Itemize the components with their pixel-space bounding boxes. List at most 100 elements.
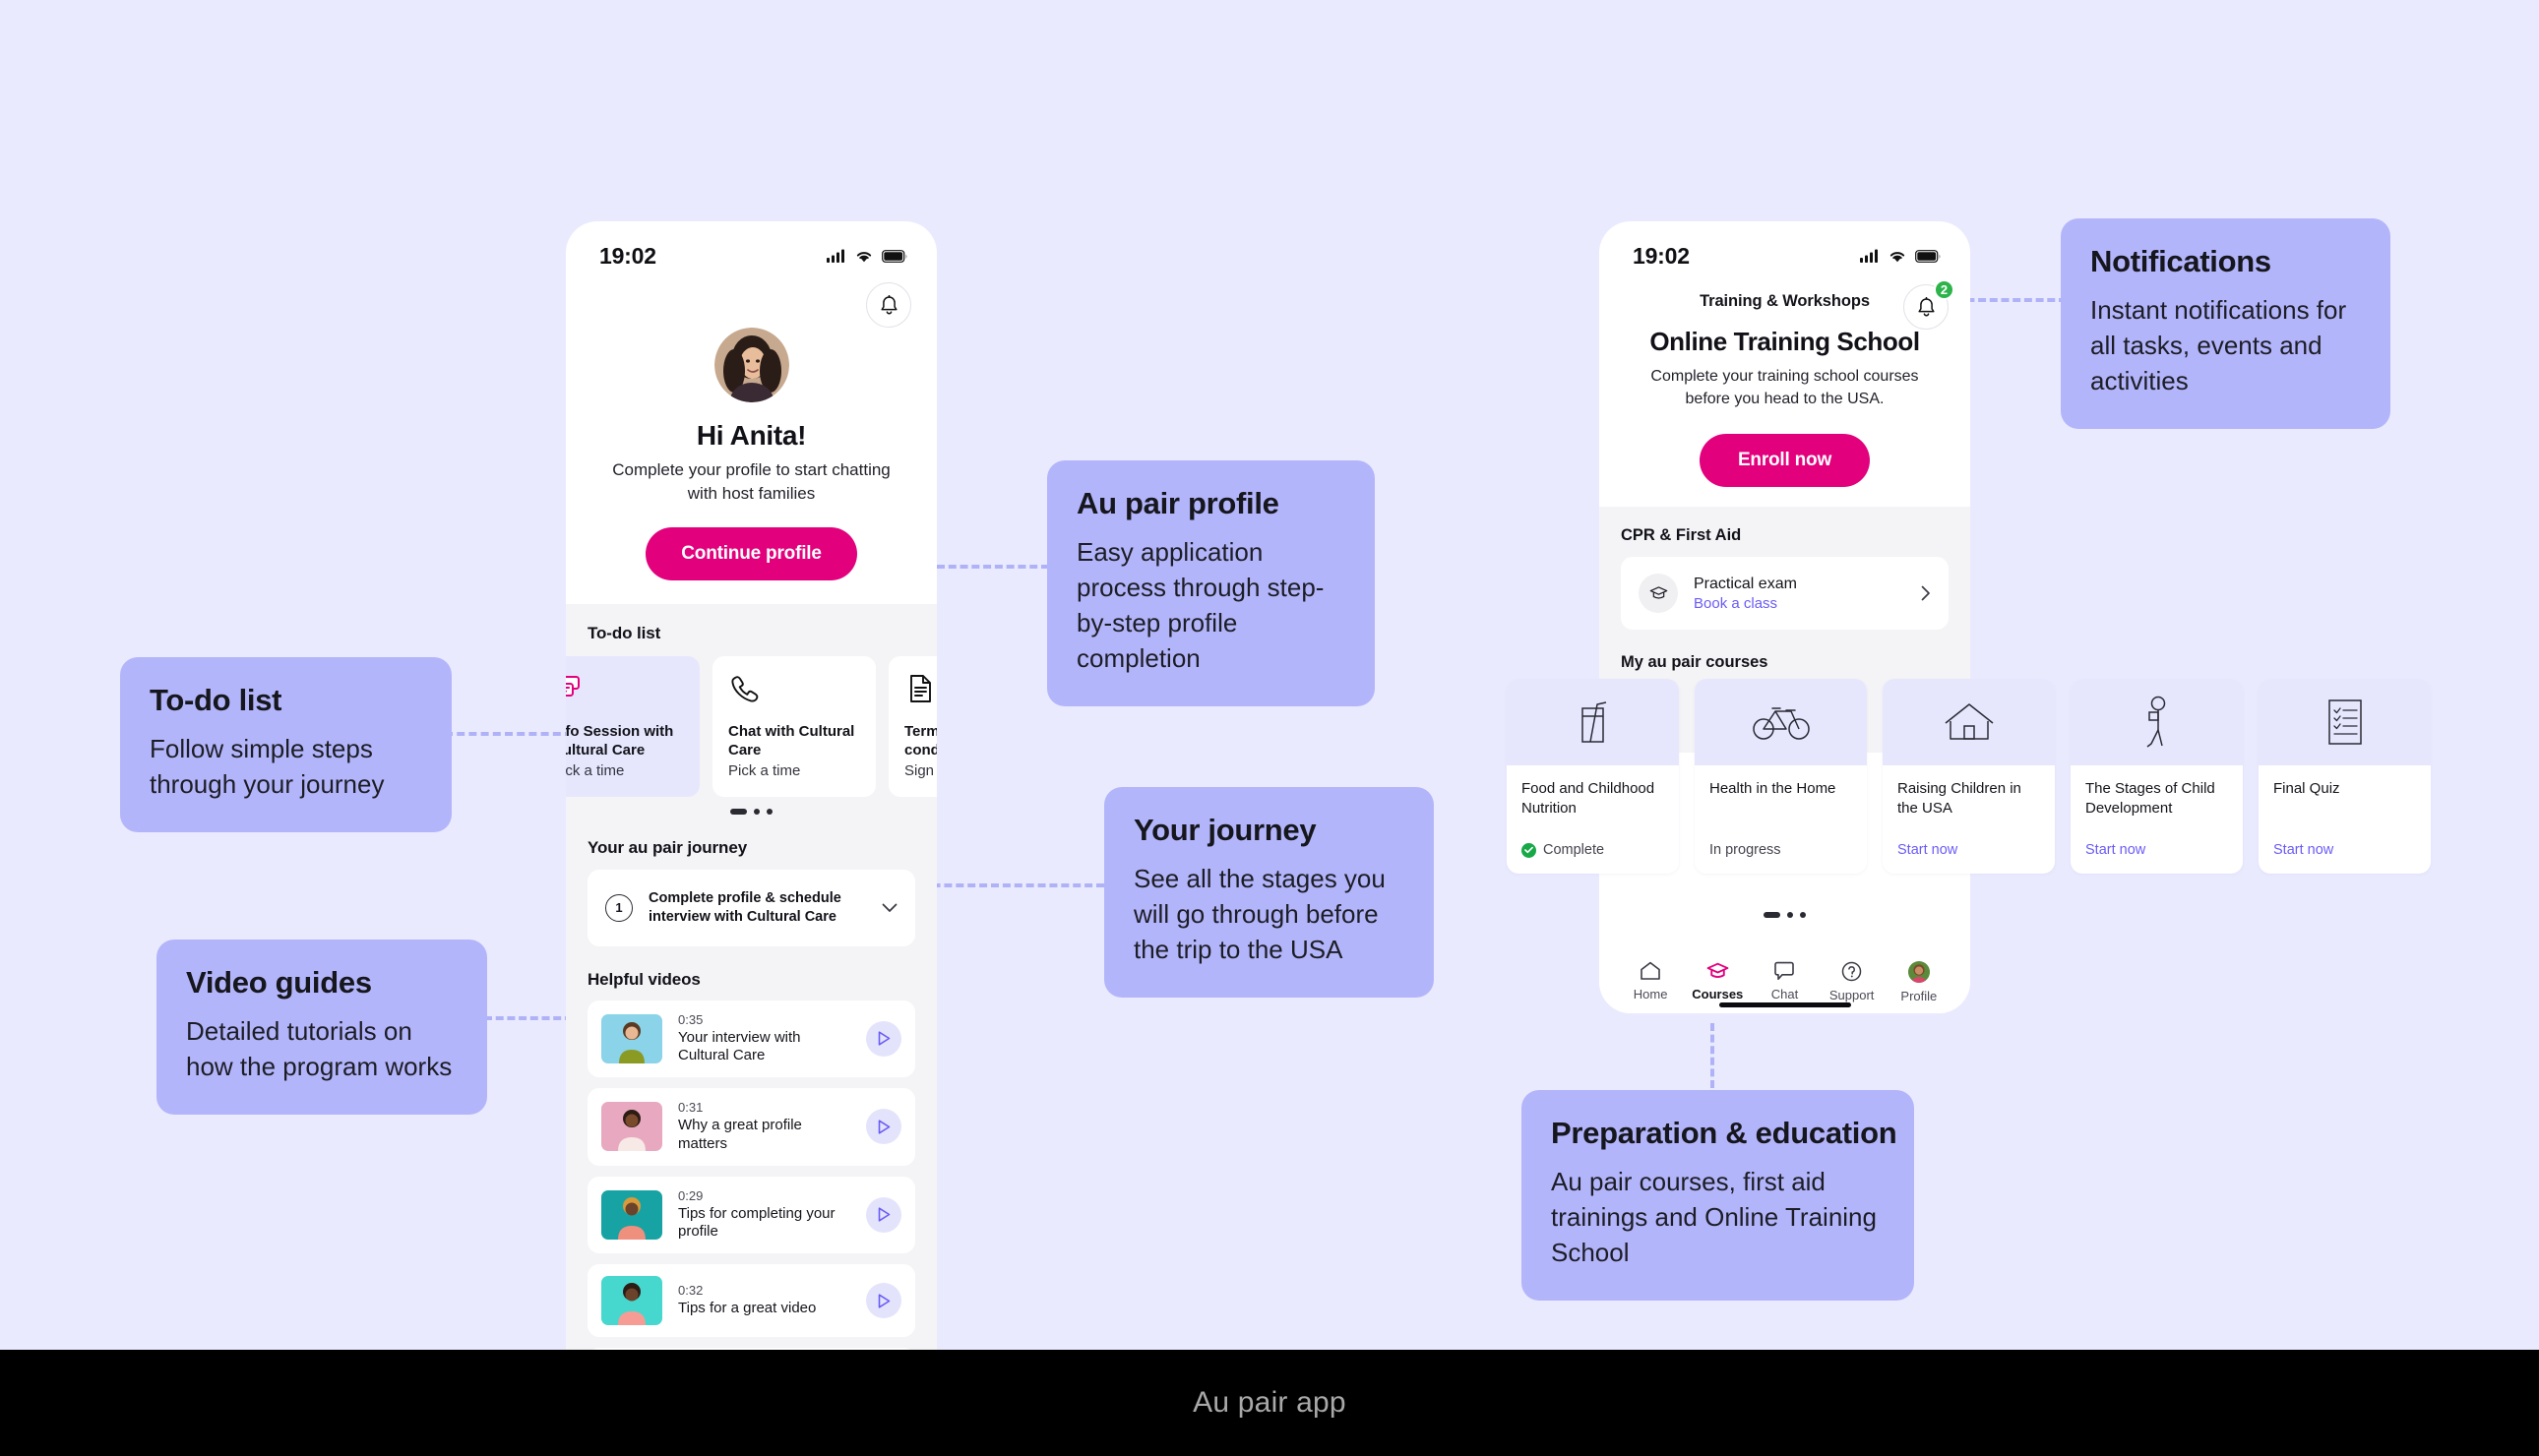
wifi-icon: [856, 251, 872, 262]
screen-subtitle: Complete your training school courses be…: [1650, 368, 1919, 408]
carousel-dot-active[interactable]: [730, 808, 747, 815]
play-icon: [878, 1207, 890, 1223]
callout-au-pair-profile: Au pair profile Easy application process…: [1047, 460, 1375, 706]
course-status[interactable]: Start now: [2273, 824, 2416, 858]
video-play-button[interactable]: [866, 1196, 901, 1233]
video-card[interactable]: 0:31 Why a great profile matters: [588, 1088, 915, 1166]
graduation-cap-icon: [1639, 574, 1678, 614]
video-duration: 0:32: [678, 1283, 704, 1299]
cpr-section-title: CPR & First Aid: [1621, 526, 1742, 545]
tab-courses[interactable]: Courses: [1687, 961, 1748, 1001]
bottom-tab-bar[interactable]: Home Courses Chat Support Profile: [1599, 947, 1970, 1013]
video-meta: 0:31 Why a great profile matters: [678, 1100, 850, 1154]
callout-body: Au pair courses, first aid trainings and…: [1551, 1167, 1877, 1267]
todo-card-action: Pick a time: [566, 761, 625, 779]
course-card-food-nutrition[interactable]: Food and Childhood Nutrition Complete: [1507, 679, 1679, 874]
callout-title: Your journey: [1134, 813, 1317, 847]
notification-bell-button[interactable]: [866, 282, 911, 328]
course-card-health-home[interactable]: Health in the Home In progress: [1695, 679, 1867, 874]
video-card[interactable]: 0:32 Tips for a great video: [588, 1264, 915, 1338]
cpr-item-name: Practical exam: [1694, 575, 1797, 592]
course-name: Health in the Home: [1709, 780, 1836, 797]
notification-badge: 2: [1934, 279, 1954, 300]
course-card-child-development[interactable]: The Stages of Child Development Start no…: [2071, 679, 2243, 874]
courses-carousel-dots[interactable]: [1599, 912, 1970, 918]
journey-section-title: Your au pair journey: [588, 837, 748, 857]
todo-card-terms[interactable]: Terms & conditions Sign now: [889, 655, 937, 797]
course-card-raising-children[interactable]: Raising Children in the USA Start now: [1883, 679, 2055, 874]
courses-carousel[interactable]: Food and Childhood Nutrition Complete He…: [1507, 679, 2431, 874]
callout-body: Detailed tutorials on how the program wo…: [186, 1016, 453, 1081]
video-thumbnail: [601, 1189, 662, 1240]
carousel-dots[interactable]: [588, 808, 915, 815]
carousel-dot[interactable]: [767, 808, 773, 815]
course-image: [2259, 679, 2431, 765]
todo-card-title: Terms & conditions: [904, 722, 937, 758]
callout-body: Follow simple steps through your journey: [150, 734, 385, 799]
carousel-dot[interactable]: [1800, 912, 1806, 918]
enroll-now-button[interactable]: Enroll now: [1700, 434, 1870, 488]
connector-prep: [1710, 1023, 1714, 1088]
tab-profile[interactable]: Profile: [1889, 961, 1950, 1003]
video-card[interactable]: 0:35 Your interview with Cultural Care: [588, 1000, 915, 1078]
course-status: Complete: [1521, 824, 1664, 858]
carousel-dot[interactable]: [754, 808, 760, 815]
video-thumb-art: [618, 1283, 646, 1326]
video-play-button[interactable]: [866, 1109, 901, 1145]
video-meta: 0:35 Your interview with Cultural Care: [678, 1012, 850, 1066]
document-icon: [910, 674, 931, 702]
video-title: Tips for a great video: [678, 1300, 817, 1317]
notification-bell-button[interactable]: 2: [1903, 279, 1954, 330]
play-icon: [878, 1031, 890, 1047]
course-card-final-quiz[interactable]: Final Quiz Start now: [2259, 679, 2431, 874]
course-status-text: Start now: [1897, 842, 1958, 858]
bicycle-icon: [1752, 707, 1810, 740]
chevron-down-icon[interactable]: [882, 903, 898, 913]
tab-chat[interactable]: Chat: [1754, 961, 1815, 1001]
course-status-text: Start now: [2273, 842, 2334, 858]
video-thumbnail: [601, 1276, 662, 1326]
todo-card-title: Info Session with Cultural Care: [566, 722, 674, 758]
status-icons: [827, 249, 907, 263]
todo-carousel[interactable]: Info Session with Cultural Care Pick a t…: [566, 655, 937, 797]
journey-step-card[interactable]: 1 Complete profile & schedule interview …: [588, 869, 915, 946]
course-name: The Stages of Child Development: [2085, 780, 2215, 817]
course-status[interactable]: Start now: [1897, 824, 2040, 858]
tab-support[interactable]: Support: [1822, 961, 1883, 1002]
video-thumb-art: [619, 1021, 645, 1063]
course-image: [1507, 679, 1679, 765]
carousel-dot[interactable]: [1787, 912, 1793, 918]
todo-section: To-do list Info Session with Cultural Ca…: [566, 603, 937, 1377]
chevron-right-icon[interactable]: [1921, 585, 1931, 601]
notification-bell-wrapper[interactable]: 2: [1903, 279, 1954, 330]
video-play-button[interactable]: [866, 1283, 901, 1319]
video-meta: 0:29 Tips for completing your profile: [678, 1188, 850, 1243]
cpr-item-link[interactable]: Book a class: [1694, 595, 1905, 612]
course-status[interactable]: Start now: [2085, 824, 2228, 858]
home-icon: [1641, 961, 1660, 980]
question-circle-icon: [1841, 961, 1862, 982]
callout-video-guides: Video guides Detailed tutorials on how t…: [156, 940, 487, 1115]
house-icon: [1945, 703, 1993, 740]
cpr-practical-exam-card[interactable]: Practical exam Book a class: [1621, 557, 1949, 631]
drink-cup-icon: [1580, 701, 1606, 743]
todo-card-chat[interactable]: Chat with Cultural Care Pick a time: [712, 655, 876, 797]
continue-profile-button[interactable]: Continue profile: [646, 526, 857, 580]
callout-title: To-do list: [150, 683, 282, 717]
check-glyph: [1524, 846, 1533, 854]
check-icon: [1521, 842, 1536, 858]
tab-label: Home: [1633, 987, 1668, 1001]
greeting-heading: Hi Anita!: [696, 420, 807, 451]
person-icon: [2146, 696, 2165, 748]
todo-card-info-session[interactable]: Info Session with Cultural Care Pick a t…: [566, 655, 700, 797]
carousel-dot-active[interactable]: [1764, 912, 1780, 918]
tab-label: Profile: [1900, 989, 1938, 1003]
status-bar: 19:02: [1599, 221, 1970, 276]
video-play-button[interactable]: [866, 1020, 901, 1057]
callout-todo-list: To-do list Follow simple steps through y…: [120, 657, 452, 832]
courses-section-title: My au pair courses: [1621, 653, 1768, 672]
tab-label: Chat: [1770, 987, 1799, 1001]
tab-home[interactable]: Home: [1620, 961, 1681, 1001]
video-card[interactable]: 0:29 Tips for completing your profile: [588, 1176, 915, 1254]
course-name: Raising Children in the USA: [1897, 780, 2021, 817]
